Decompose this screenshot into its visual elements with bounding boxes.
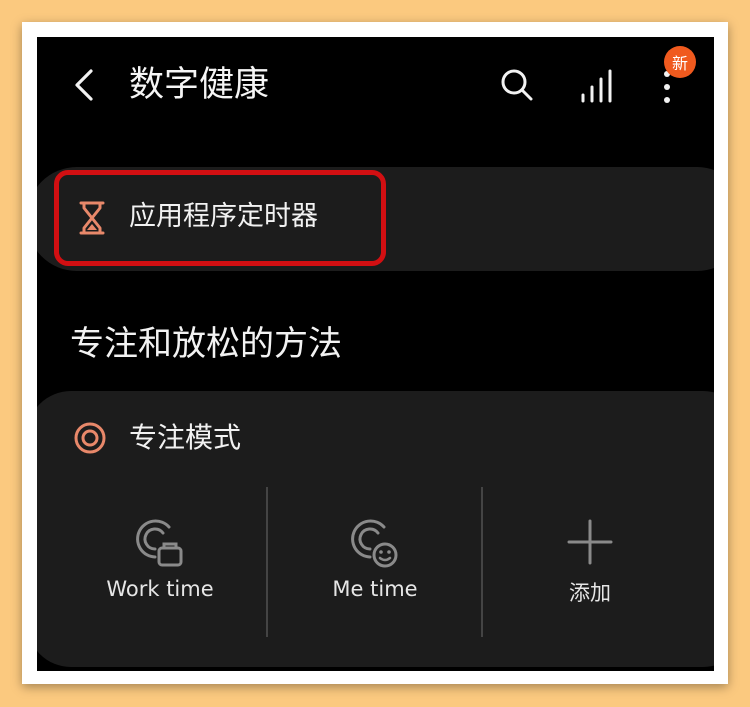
divider [481, 487, 483, 637]
me-time-button[interactable]: Me time [282, 487, 468, 637]
phone-screen: 数字健康 新 应用程序定时器 专注和放松的方法 专注模式 Work time M… [37, 37, 714, 671]
add-mode-button[interactable]: 添加 [497, 487, 683, 637]
hourglass-icon [79, 201, 105, 235]
divider [266, 487, 268, 637]
stats-button[interactable] [577, 65, 617, 105]
plus-icon [567, 519, 613, 565]
back-button[interactable] [65, 65, 105, 105]
section-heading: 专注和放松的方法 [70, 324, 342, 364]
search-button[interactable] [497, 65, 537, 105]
app-timer-label[interactable]: 应用程序定时器 [129, 197, 318, 237]
chevron-left-icon [75, 69, 93, 101]
add-mode-label: 添加 [569, 581, 611, 605]
work-time-button[interactable]: Work time [67, 487, 253, 637]
search-icon [501, 69, 533, 101]
bar-chart-icon [581, 69, 612, 103]
work-time-icon [136, 519, 183, 567]
target-icon [74, 422, 106, 454]
photo-frame: 数字健康 新 应用程序定时器 专注和放松的方法 专注模式 Work time M… [22, 22, 728, 684]
work-time-label: Work time [106, 577, 214, 601]
me-time-icon [351, 519, 398, 568]
page-title: 数字健康 [129, 65, 270, 105]
focus-mode-title[interactable]: 专注模式 [129, 417, 241, 459]
new-badge: 新 [664, 46, 696, 78]
me-time-label: Me time [332, 577, 418, 601]
